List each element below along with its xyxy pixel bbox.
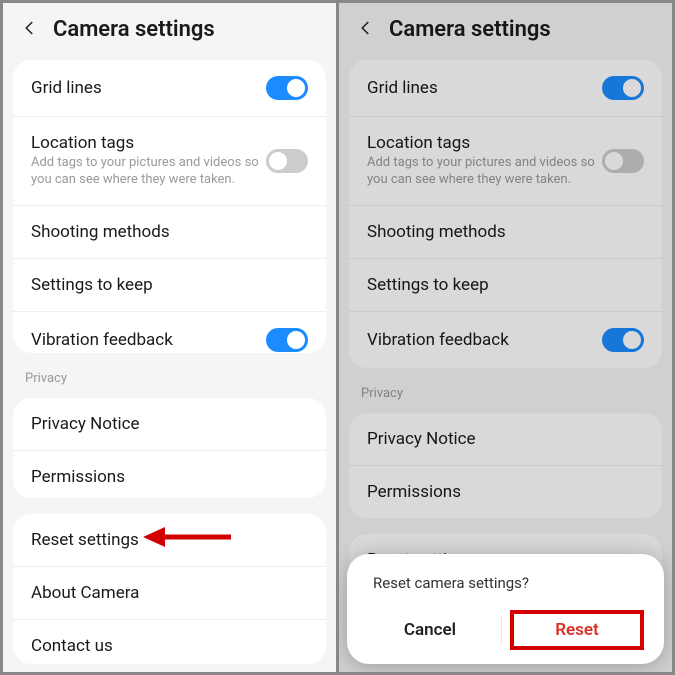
settings-group-1: Grid lines Location tags Add tags to you… [349,60,662,368]
label: Location tags [31,133,266,153]
row-grid-lines[interactable]: Grid lines [13,60,326,117]
back-icon[interactable] [21,19,39,41]
toggle-grid-lines[interactable] [266,76,308,100]
label: About Camera [31,583,308,603]
row-settings-to-keep[interactable]: Settings to keep [349,259,662,312]
settings-group-1: Grid lines Location tags Add tags to you… [13,60,326,353]
toggle-vibration-feedback[interactable] [266,328,308,352]
row-location-tags[interactable]: Location tags Add tags to your pictures … [349,117,662,206]
label: Vibration feedback [367,330,602,350]
row-grid-lines[interactable]: Grid lines [349,60,662,117]
row-shooting-methods[interactable]: Shooting methods [349,206,662,259]
description: Add tags to your pictures and videos so … [367,155,597,189]
cancel-button[interactable]: Cancel [367,610,493,650]
back-icon[interactable] [357,19,375,41]
page-title: Camera settings [53,17,215,42]
row-location-tags[interactable]: Location tags Add tags to your pictures … [13,117,326,206]
label: Grid lines [31,78,266,98]
row-settings-to-keep[interactable]: Settings to keep [13,259,326,312]
page-title: Camera settings [389,17,551,42]
toggle-grid-lines[interactable] [602,76,644,100]
toggle-location-tags[interactable] [266,149,308,173]
row-permissions[interactable]: Permissions [349,466,662,518]
row-permissions[interactable]: Permissions [13,451,326,498]
label: Vibration feedback [31,330,266,350]
dialog-buttons: Cancel Reset [367,610,644,650]
row-about-camera[interactable]: About Camera [13,567,326,620]
screen-right: Camera settings Grid lines Location tags… [339,3,672,672]
description: Add tags to your pictures and videos so … [31,155,261,189]
label: Location tags [367,133,602,153]
settings-group-privacy: Privacy Notice Permissions [13,398,326,498]
label: Permissions [31,467,308,487]
row-vibration-feedback[interactable]: Vibration feedback [13,312,326,353]
section-privacy-label: Privacy [3,361,336,390]
toggle-location-tags[interactable] [602,149,644,173]
label: Settings to keep [31,275,308,295]
header: Camera settings [339,3,672,52]
row-privacy-notice[interactable]: Privacy Notice [349,413,662,466]
section-privacy-label: Privacy [339,376,672,405]
screen-left: Camera settings Grid lines Location tags… [3,3,336,672]
header: Camera settings [3,3,336,52]
settings-group-privacy: Privacy Notice Permissions [349,413,662,518]
toggle-vibration-feedback[interactable] [602,328,644,352]
label: Privacy Notice [367,429,644,449]
label: Settings to keep [367,275,644,295]
divider [501,616,502,644]
label: Privacy Notice [31,414,308,434]
reset-button[interactable]: Reset [510,610,644,650]
row-shooting-methods[interactable]: Shooting methods [13,206,326,259]
row-vibration-feedback[interactable]: Vibration feedback [349,312,662,368]
arrow-annotation-icon [143,522,233,556]
label: Contact us [31,636,308,656]
row-contact-us[interactable]: Contact us [13,620,326,664]
label: Permissions [367,482,644,502]
label: Shooting methods [31,222,308,242]
dialog-title: Reset camera settings? [367,574,644,592]
label: Grid lines [367,78,602,98]
reset-dialog: Reset camera settings? Cancel Reset [347,554,664,664]
row-privacy-notice[interactable]: Privacy Notice [13,398,326,451]
label: Shooting methods [367,222,644,242]
